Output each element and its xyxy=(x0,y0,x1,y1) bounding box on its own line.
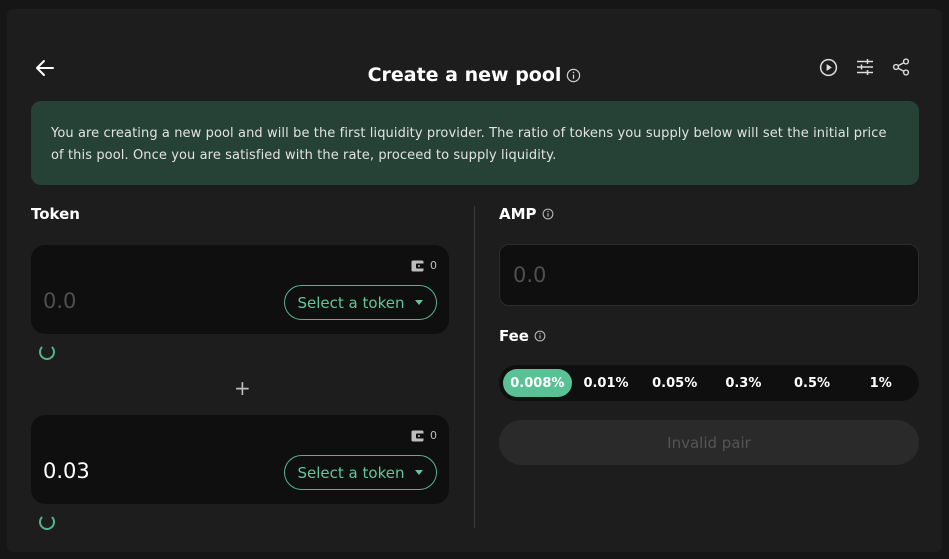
select-token-button-2[interactable]: Select a token xyxy=(284,455,437,490)
sliders-icon xyxy=(857,59,873,75)
fee-label: Fee xyxy=(499,327,546,345)
token-input-box-2: 0 0.03 Select a token xyxy=(31,415,449,504)
tutorial-button[interactable] xyxy=(818,57,838,77)
balance-value-2: 0 xyxy=(430,429,437,442)
fee-option-0-5[interactable]: 0.5% xyxy=(778,369,847,397)
amp-label-text: AMP xyxy=(499,205,537,223)
create-pool-card: Create a new pool You are creating a new… xyxy=(7,9,942,552)
page-title: Create a new pool xyxy=(367,64,562,86)
plus-icon: + xyxy=(234,376,251,400)
caret-down-icon xyxy=(415,470,424,475)
select-token-label-1: Select a token xyxy=(297,293,405,312)
wallet-icon xyxy=(411,260,424,271)
amp-input[interactable]: 0.0 xyxy=(499,244,919,306)
token-input-box-1: 0 0.0 Select a token xyxy=(31,245,449,334)
notice-text: You are creating a new pool and will be … xyxy=(51,126,887,163)
fee-label-text: Fee xyxy=(499,327,529,345)
info-icon[interactable] xyxy=(534,330,546,342)
submit-button[interactable]: Invalid pair xyxy=(499,420,919,465)
fee-option-1[interactable]: 1% xyxy=(846,369,915,397)
token-amount-input-2[interactable]: 0.03 xyxy=(43,459,90,483)
loading-spinner-icon xyxy=(39,514,55,530)
wallet-balance-1: 0 xyxy=(411,259,437,272)
loading-spinner-icon xyxy=(39,344,55,360)
info-icon[interactable] xyxy=(566,68,581,83)
balance-value-1: 0 xyxy=(430,259,437,272)
info-icon[interactable] xyxy=(542,208,554,220)
wallet-icon xyxy=(411,430,424,441)
fee-option-0-05[interactable]: 0.05% xyxy=(640,369,709,397)
amp-label: AMP xyxy=(499,205,554,223)
select-token-button-1[interactable]: Select a token xyxy=(284,285,437,320)
fee-option-0-01[interactable]: 0.01% xyxy=(572,369,641,397)
token-section-label: Token xyxy=(31,205,80,223)
fee-option-0-3[interactable]: 0.3% xyxy=(709,369,778,397)
settings-button[interactable] xyxy=(855,57,875,77)
token-label-text: Token xyxy=(31,205,80,223)
caret-down-icon xyxy=(415,300,424,305)
share-button[interactable] xyxy=(891,57,911,77)
new-pool-notice: You are creating a new pool and will be … xyxy=(31,101,919,185)
wallet-balance-2: 0 xyxy=(411,429,437,442)
share-icon xyxy=(892,58,910,76)
select-token-label-2: Select a token xyxy=(297,463,405,482)
fee-option-0-008[interactable]: 0.008% xyxy=(503,369,572,397)
column-divider xyxy=(474,206,475,528)
page-title-row: Create a new pool xyxy=(7,64,942,86)
play-circle-icon xyxy=(819,58,837,76)
fee-selector: 0.008% 0.01% 0.05% 0.3% 0.5% 1% xyxy=(499,365,919,401)
token-amount-input-1[interactable]: 0.0 xyxy=(43,289,76,313)
